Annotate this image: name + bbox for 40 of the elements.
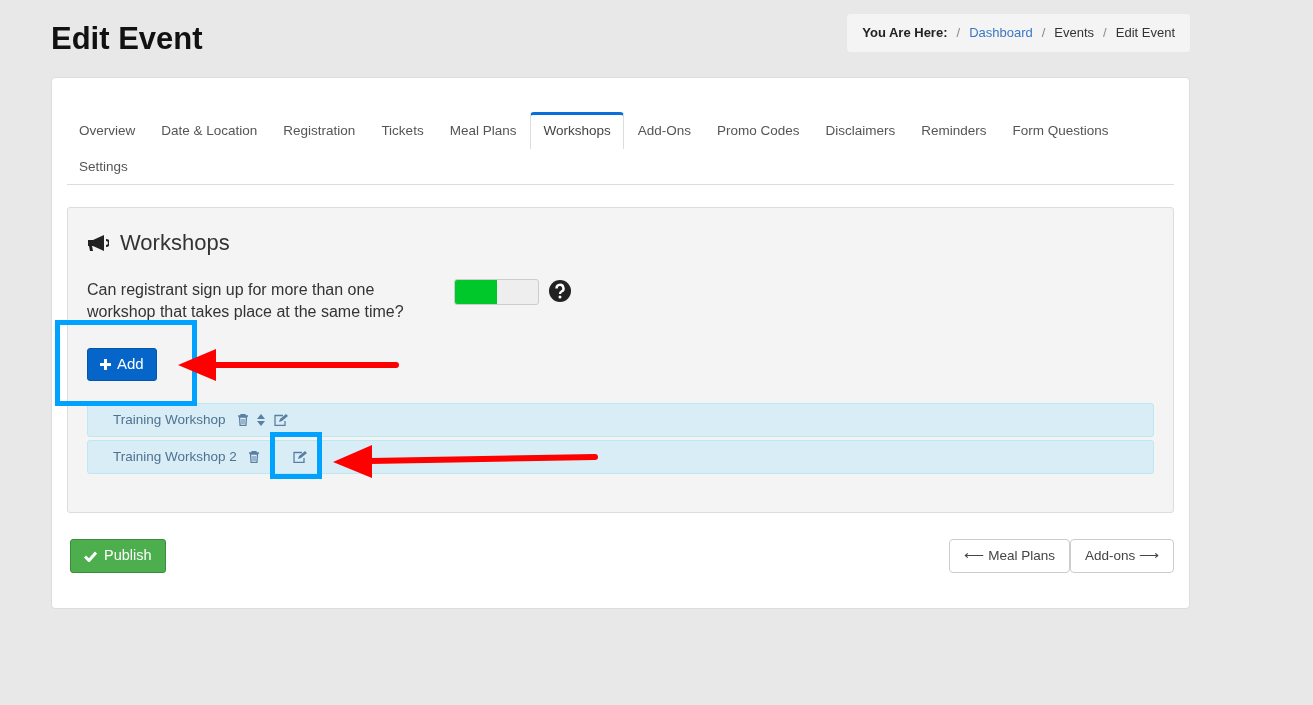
- tab[interactable]: Disclaimers: [813, 111, 908, 148]
- trash-icon[interactable]: [237, 414, 248, 426]
- plus-icon: [100, 359, 111, 370]
- tab[interactable]: Tickets: [369, 111, 436, 148]
- tab[interactable]: Overview: [67, 111, 148, 148]
- breadcrumb-item: Events: [1054, 24, 1095, 43]
- breadcrumb-label: You Are Here:: [862, 24, 948, 43]
- tab[interactable]: Reminders: [909, 111, 999, 148]
- tab[interactable]: Promo Codes: [705, 111, 812, 148]
- workshop-name: Training Workshop 2: [113, 447, 237, 466]
- tab[interactable]: Add-Ons: [625, 111, 703, 148]
- panel-title: Workshops: [120, 229, 230, 257]
- breadcrumb-item: Edit Event: [1115, 24, 1175, 43]
- tab[interactable]: Date & Location: [149, 111, 270, 148]
- page-title: Edit Event: [51, 20, 203, 58]
- highlight-box: [270, 432, 322, 479]
- edit-icon[interactable]: [273, 414, 288, 426]
- breadcrumb-separator: /: [1103, 24, 1107, 43]
- help-icon[interactable]: [549, 280, 571, 302]
- add-button[interactable]: Add: [87, 348, 157, 381]
- breadcrumb-separator: /: [1041, 24, 1046, 43]
- edit-icon[interactable]: [292, 451, 307, 463]
- next-button[interactable]: Add-ons ⟶: [1069, 539, 1174, 573]
- tab[interactable]: Registration: [271, 111, 368, 148]
- previous-button[interactable]: ⟵ Meal Plans: [949, 539, 1070, 573]
- check-icon: [84, 550, 97, 562]
- workshop-row[interactable]: Training Workshop 2: [87, 440, 1154, 474]
- workshop-row[interactable]: Training Workshop: [87, 403, 1154, 437]
- toggle-switch[interactable]: [454, 279, 539, 305]
- tab[interactable]: Settings: [67, 147, 140, 184]
- workshop-name: Training Workshop: [113, 410, 226, 429]
- trash-icon[interactable]: [248, 451, 259, 463]
- breadcrumb-separator: /: [956, 24, 961, 43]
- sort-icon[interactable]: [256, 414, 265, 426]
- tab[interactable]: Meal Plans: [437, 111, 529, 148]
- breadcrumb-link[interactable]: Dashboard: [969, 23, 1033, 43]
- question-text: Can registrant sign up for more than one workshop that takes place at the same time?: [87, 280, 405, 322]
- megaphone-icon: [87, 233, 109, 252]
- tab[interactable]: Workshops: [530, 111, 624, 149]
- tab[interactable]: Form Questions: [1000, 111, 1121, 148]
